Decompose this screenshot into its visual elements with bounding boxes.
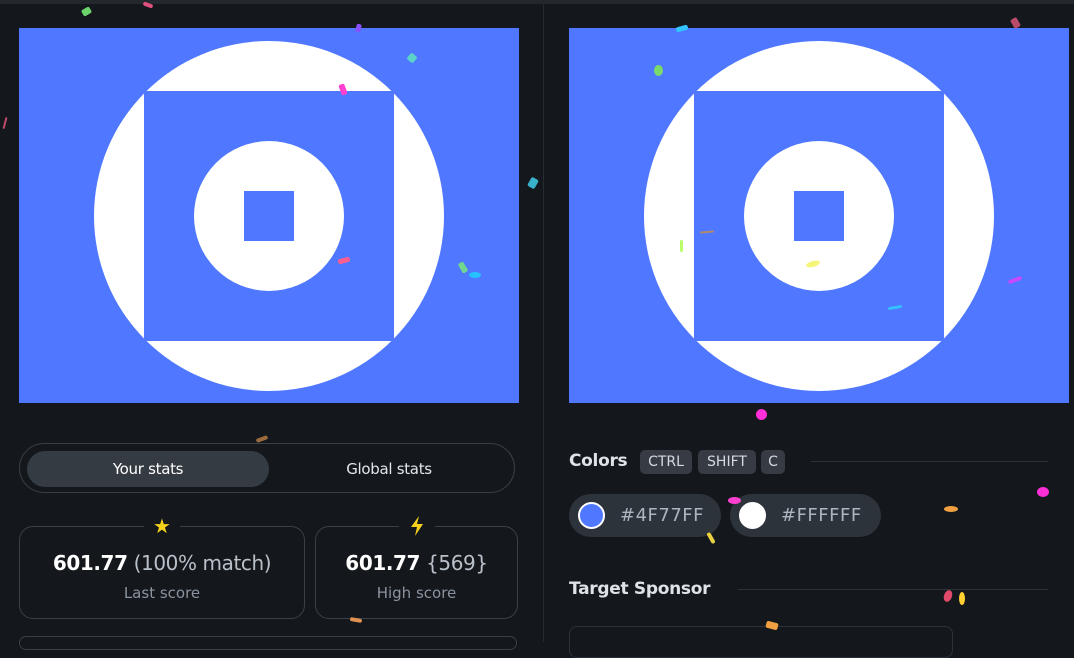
last-score-value: 601.77 — [52, 551, 128, 575]
global-stats-tab[interactable]: Global stats — [269, 451, 509, 487]
colors-title: Colors — [569, 451, 628, 471]
confetti-piece — [728, 497, 741, 504]
confetti-piece — [2, 116, 8, 130]
stats-toggle: Your stats Global stats — [19, 443, 515, 493]
shortcut-key-ctrl: CTRL — [640, 450, 692, 474]
shortcut-key-shift: SHIFT — [698, 450, 756, 474]
last-score-value-row: 601.77 (100% match) — [20, 551, 304, 575]
confetti-piece — [1037, 487, 1049, 497]
confetti-piece — [255, 435, 269, 443]
panel-divider — [543, 4, 544, 642]
shortcut-key-c: C — [761, 450, 785, 474]
color-hex: #FFFFFF — [781, 505, 862, 526]
confetti-piece — [527, 176, 539, 190]
target-canvas — [569, 28, 1069, 403]
color-swatch — [739, 502, 766, 529]
small-square-shape — [244, 191, 294, 241]
color-swatch — [578, 502, 605, 529]
star-icon: ★ — [144, 513, 180, 539]
confetti-piece — [469, 272, 481, 278]
confetti-piece — [942, 588, 954, 604]
confetti-piece — [654, 65, 663, 76]
high-score-card: 601.77 {569} High score — [315, 513, 518, 619]
confetti-piece — [706, 531, 716, 545]
sponsor-box — [569, 626, 953, 658]
confetti-piece — [959, 592, 965, 605]
confetti-piece — [756, 409, 767, 420]
output-canvas — [19, 28, 519, 403]
section-divider — [738, 589, 1048, 590]
high-score-count: {569} — [426, 551, 488, 575]
lightning-icon — [398, 513, 435, 539]
confetti-piece — [944, 506, 958, 512]
last-score-match: (100% match) — [133, 551, 272, 575]
color-chip-blue[interactable]: #4F77FF — [569, 494, 721, 537]
high-score-value-row: 601.77 {569} — [316, 551, 517, 575]
section-divider — [811, 461, 1048, 462]
target-sponsor-title: Target Sponsor — [569, 579, 711, 599]
confetti-piece — [680, 240, 683, 252]
top-bar — [0, 0, 1074, 4]
small-square-shape — [794, 191, 844, 241]
color-chip-white[interactable]: #FFFFFF — [730, 494, 881, 537]
confetti-piece — [80, 6, 93, 17]
high-score-value: 601.77 — [345, 551, 421, 575]
next-panel-edge — [19, 636, 517, 650]
last-score-card: ★ 601.77 (100% match) Last score — [19, 513, 305, 619]
high-score-label: High score — [376, 584, 457, 602]
last-score-label: Last score — [123, 584, 201, 602]
confetti-piece — [349, 616, 363, 624]
your-stats-tab[interactable]: Your stats — [27, 451, 269, 487]
color-hex: #4F77FF — [620, 505, 704, 526]
